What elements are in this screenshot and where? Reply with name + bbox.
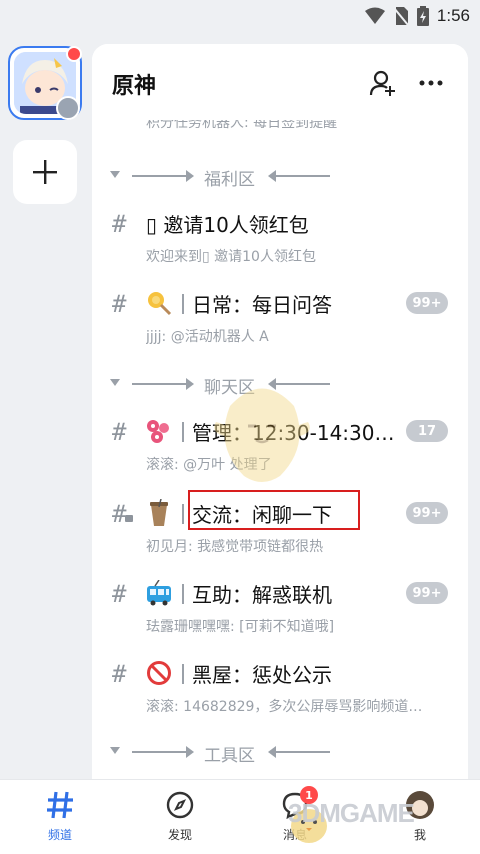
plus-icon — [33, 160, 57, 184]
collapse-caret-icon — [110, 379, 120, 386]
channel-preview: 欢迎来到▯ 邀请10人领红包 — [146, 249, 316, 265]
compass-icon — [166, 791, 194, 819]
hash-icon: # — [112, 580, 127, 608]
no-sim-icon — [393, 7, 409, 26]
tab-discover[interactable]: 发现 — [135, 788, 225, 848]
flowers-icon — [144, 416, 174, 446]
hash-icon: # — [112, 290, 127, 318]
tab-channels[interactable]: 频道 — [15, 788, 105, 848]
channel-help[interactable]: # 互助：解惑联机 99+ 珐露珊嘿嘿嘿: [可莉不知道哦] — [92, 574, 468, 640]
more-button[interactable] — [414, 66, 448, 100]
collapse-caret-icon — [110, 747, 120, 754]
hash-icon: # — [112, 210, 127, 238]
status-bar: 1:56 — [0, 0, 480, 34]
add-guild-button[interactable] — [13, 140, 77, 204]
channel-invite[interactable]: # ▯ 邀请10人领红包 欢迎来到▯ 邀请10人领红包 — [92, 204, 468, 270]
channel-preview: 滚滚: 14682829，多次公屏辱骂影响频道… — [146, 699, 423, 715]
channel-name: 日常：每日问答 — [192, 293, 332, 317]
add-member-button[interactable] — [366, 66, 400, 100]
mascot-watermark — [214, 388, 310, 482]
unread-dot — [66, 46, 82, 62]
channel-name: ▯ 邀请10人领红包 — [146, 213, 309, 237]
unread-badge: 17 — [406, 420, 448, 442]
drink-icon — [144, 498, 174, 528]
channel-chat[interactable]: # 交流：闲聊一下 99+ 初见月: 我感觉带项链都很热 — [92, 490, 468, 560]
battery-icon — [416, 6, 429, 26]
channel-preview: jjjj: @活动机器人 A — [146, 329, 269, 345]
hash-icon: # — [112, 500, 127, 528]
lock-icon — [125, 515, 133, 522]
wifi-icon — [364, 7, 385, 24]
channel-blackroom[interactable]: # 黑屋：惩处公示 滚滚: 14682829，多次公屏辱骂影响频道… — [92, 654, 468, 720]
channel-preview: 珐露珊嘿嘿嘿: [可莉不知道哦] — [146, 619, 335, 635]
add-user-icon — [369, 70, 395, 96]
section-welfare[interactable]: 福利区 — [92, 164, 468, 190]
clock: 1:56 — [436, 6, 470, 25]
unread-badge: 99+ — [406, 502, 448, 524]
highlight-box — [188, 490, 360, 530]
unread-badge: 99+ — [406, 582, 448, 604]
more-icon — [419, 80, 443, 86]
section-title: 福利区 — [204, 170, 255, 190]
prohibited-icon — [144, 658, 174, 688]
channel-daily[interactable]: # 日常：每日问答 99+ jjjj: @活动机器人 A — [92, 284, 468, 350]
panel-header: 原神 — [92, 44, 468, 120]
lollipop-icon — [144, 288, 174, 318]
channel-preview: 初见月: 我感觉带项链都很热 — [146, 539, 324, 555]
unread-badge: 99+ — [406, 292, 448, 314]
hash-icon: # — [112, 418, 127, 446]
channel-name: 互助：解惑联机 — [192, 583, 332, 607]
guild-avatar-genshin[interactable] — [8, 46, 82, 120]
hash-icon: # — [112, 660, 127, 688]
channel-panel: 原神 积分任务机器人: 每日签到提醒 福利区 # ▯ 邀请10人领红包 欢迎来到… — [92, 44, 468, 779]
tab-label: 发现 — [167, 828, 192, 842]
watermark-text: 3DMGAME — [288, 798, 415, 828]
tab-label: 频道 — [47, 828, 72, 842]
hash-tab-icon — [47, 791, 73, 819]
trolleybus-icon — [144, 578, 174, 608]
channel-name: 黑屋：惩处公示 — [192, 663, 332, 687]
section-title: 工具区 — [204, 746, 255, 766]
collapse-caret-icon — [110, 171, 120, 178]
guild-title: 原神 — [112, 74, 157, 99]
guild-rail — [0, 34, 90, 779]
section-tools[interactable]: 工具区 — [92, 740, 468, 766]
guild-status-icon — [56, 96, 80, 120]
